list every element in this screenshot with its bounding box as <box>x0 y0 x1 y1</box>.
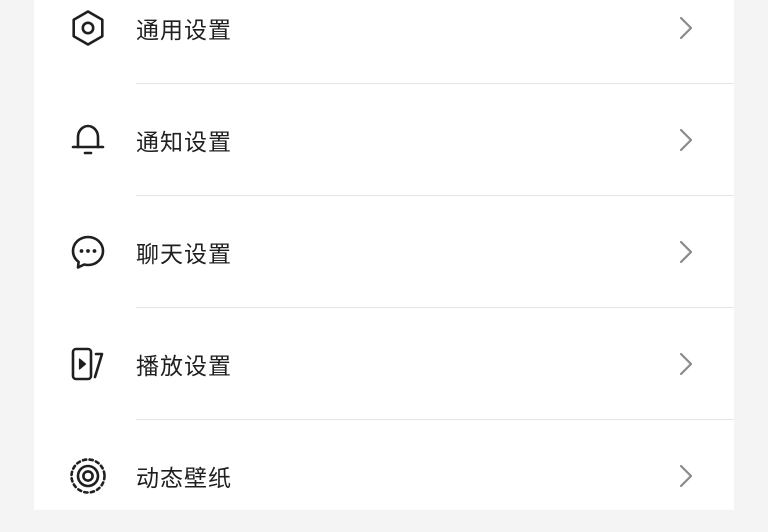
live-wallpaper-icon <box>68 456 108 496</box>
settings-item-label: 通用设置 <box>136 18 232 44</box>
settings-item-label: 通知设置 <box>136 130 232 156</box>
settings-item-live-wallpaper[interactable]: 动态壁纸 <box>34 420 734 532</box>
bell-icon <box>68 120 108 160</box>
chevron-right-icon <box>678 239 694 265</box>
chevron-right-icon <box>678 463 694 489</box>
chevron-right-icon <box>678 351 694 377</box>
settings-item-label: 聊天设置 <box>136 242 232 268</box>
gear-icon <box>68 8 108 48</box>
chat-bubble-icon <box>68 232 108 272</box>
settings-item-label: 动态壁纸 <box>136 466 232 492</box>
settings-item-label: 播放设置 <box>136 354 232 380</box>
settings-panel: 通用设置 通知设置 聊天设置 播放设置 动态壁纸 <box>34 0 734 510</box>
chevron-right-icon <box>678 15 694 41</box>
settings-item-notifications[interactable]: 通知设置 <box>34 84 734 196</box>
settings-item-chat[interactable]: 聊天设置 <box>34 196 734 308</box>
settings-item-playback[interactable]: 播放设置 <box>34 308 734 420</box>
settings-item-general[interactable]: 通用设置 <box>34 0 734 84</box>
play-card-icon <box>68 344 108 384</box>
chevron-right-icon <box>678 127 694 153</box>
